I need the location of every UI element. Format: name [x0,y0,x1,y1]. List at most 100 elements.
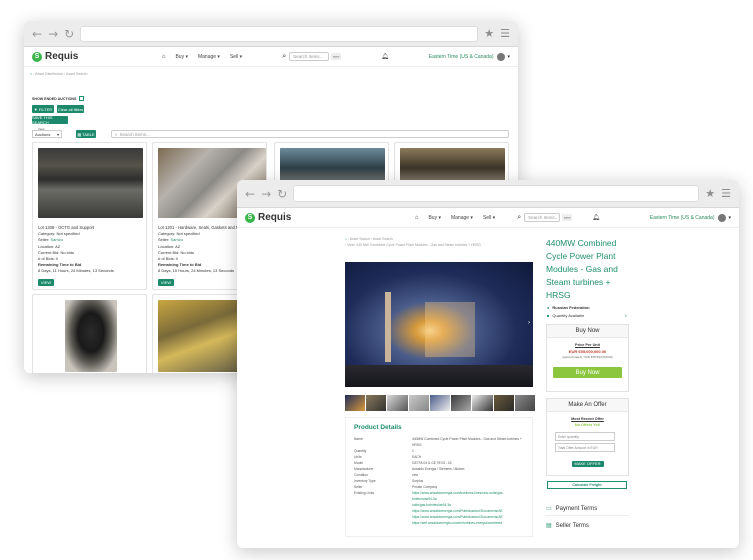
item-filter-input[interactable]: ⌕ Search Items... [111,130,509,138]
home-icon[interactable]: ⌂ [162,54,166,60]
logo[interactable]: S Requis [245,212,291,223]
breadcrumb: ⌂ › Asset Distribution › Asset Search [30,72,88,76]
filter-button[interactable]: ▼ FILTER [32,105,54,113]
seller-link[interactable]: Samco [50,237,62,242]
save-search-button[interactable]: SAVE THIS SEARCH [32,115,68,125]
recent-offer-label: Most Recent Offer [571,417,604,421]
details-table: Name 440MW Combined Cycle Power Plant Mod… [354,436,524,526]
buy-now-heading: Buy Now [547,325,628,338]
back-arrow-icon[interactable]: ← [245,187,255,201]
address-bar[interactable] [293,185,700,202]
thumbnail[interactable] [493,395,514,411]
detail-link[interactable]: https://www.ansaldoenergia.com/business-… [412,490,524,502]
browser-menu-icon[interactable]: ☰ [500,27,510,40]
search-button[interactable]: »»» [331,53,342,60]
user-avatar-icon[interactable] [718,213,727,222]
box-icon: ■ [547,313,550,318]
notification-bell-icon[interactable]: 🔔︎ [592,214,600,221]
breadcrumb-current: › View: 440 MW Combined Cycle Power Plan… [345,243,481,247]
payment-terms-row[interactable]: ▭ Payment Terms [546,505,629,516]
nav-buy[interactable]: Buy ▾ [428,215,441,221]
breadcrumb-text[interactable]: › Asset Distribution › Asset Search [33,72,87,76]
reload-icon[interactable]: ↻ [64,27,74,41]
bookmark-star-icon[interactable]: ★ [705,187,715,200]
search-input[interactable]: Search Items... [289,52,330,61]
next-image-chevron-icon[interactable]: › [528,320,530,326]
home-crumb-icon[interactable]: ⌂ [30,72,32,76]
auction-image[interactable] [38,148,143,218]
logo[interactable]: S Requis [32,51,78,62]
thumbnail[interactable] [408,395,429,411]
view-button[interactable]: VIEW [38,279,54,286]
reload-icon[interactable]: ↻ [277,187,287,201]
thumbnail[interactable] [514,395,535,411]
thumbnail-strip [345,395,535,411]
timezone-link[interactable]: Eastern Time (US & Canada) [429,54,494,60]
thumbnail[interactable] [387,395,408,411]
view-button[interactable]: VIEW [158,279,174,286]
table-view-button[interactable]: ▦ TABLE [76,130,96,138]
breadcrumb-text[interactable]: › Asset Search › Asset Search [348,237,393,241]
thumbnail[interactable] [366,395,387,411]
user-avatar-icon[interactable] [497,52,506,61]
address-bar[interactable] [80,25,479,42]
offer-total-input[interactable]: Total Offer Amount in EUR [555,443,615,452]
home-crumb-icon[interactable]: ⌂ [345,237,347,241]
product-title: 440MW Combined Cycle Power Plant Modules… [546,238,618,300]
front-browser-window: ← → ↻ ★ ☰ S Requis ⌂ Buy ▾ Manage ▾ Sell… [237,180,739,548]
main-nav: Buy ▾ Manage ▾ Sell ▾ [428,215,495,221]
main-nav: Buy ▾ Manage ▾ Sell ▾ [175,54,242,60]
seller-terms-row[interactable]: ▤ Seller Terms [546,522,629,530]
seller-link[interactable]: Samco [170,237,182,242]
make-offer-panel: Make An Offer Most Recent Offer No Offer… [546,398,629,476]
auction-card[interactable] [32,294,147,373]
auction-image[interactable] [65,300,117,372]
thumbnail[interactable] [345,395,366,411]
bookmark-star-icon[interactable]: ★ [484,27,494,40]
show-ended-label: SHOW ENDED AUCTIONS [32,96,77,101]
make-offer-button[interactable]: MAKE OFFER [571,460,604,467]
nav-manage[interactable]: Manage ▾ [451,215,473,221]
nav-manage[interactable]: Manage ▾ [198,54,220,60]
nav-buy[interactable]: Buy ▾ [175,54,188,60]
make-offer-heading: Make An Offer [547,399,628,412]
user-menu-chevron-icon[interactable]: ▾ [507,54,510,60]
detail-row: Existing Links https://www.ansaldoenergia… [354,490,524,502]
quantity-row: ■ Quantity Available 1 [547,313,627,318]
offer-quantity-input[interactable]: Enter quantity [555,432,615,441]
home-icon[interactable]: ⌂ [415,215,419,221]
details-title: Product Details [354,424,402,431]
site-header: S Requis ⌂ Buy ▾ Manage ▾ Sell ▾ ⌕ Searc… [237,208,739,228]
seller-label: Seller: [38,237,50,243]
browser-chrome: ← → ↻ ★ ☰ [237,180,739,208]
calculate-freight-button[interactable]: Calculate Freight [547,481,627,489]
existing-link[interactable]: https://self.ansaldoenergia.com/en/turbi… [412,520,524,526]
product-main-image[interactable]: › [345,262,533,387]
back-arrow-icon[interactable]: ← [32,27,42,41]
auction-card[interactable]: Lot 1208 - OCTG and Support Category: No… [32,142,147,290]
forward-arrow-icon[interactable]: → [48,27,58,41]
user-menu-chevron-icon[interactable]: ▾ [728,215,731,221]
buy-now-button[interactable]: Buy Now [553,367,622,378]
nav-sell[interactable]: Sell ▾ [483,215,495,221]
thumbnail[interactable] [451,395,472,411]
search-button[interactable]: »»» [562,214,573,221]
search-input[interactable]: Search Items... [524,213,561,222]
browser-menu-icon[interactable]: ☰ [721,187,731,200]
brand-name: Requis [45,51,79,62]
notification-bell-icon[interactable]: 🔔︎ [381,53,389,60]
show-ended-checkbox[interactable] [79,96,85,101]
credit-card-icon: ▭ [546,506,552,512]
thumbnail[interactable] [429,395,451,411]
nav-sell[interactable]: Sell ▾ [230,54,242,60]
forward-arrow-icon[interactable]: → [261,187,271,201]
detail-key: Existing Links [354,491,375,495]
clear-filters-button[interactable]: Clear all filters [57,105,84,113]
view-select[interactable]: Auctions ▾ [32,130,62,138]
timezone-link[interactable]: Eastern Time (US & Canada) [650,215,715,221]
logo-mark-icon: S [245,212,255,223]
buy-now-panel: Buy Now Price Per Unit EUR €55,000,000.0… [546,324,629,392]
brand-name: Requis [258,212,292,223]
filter-buttons: ▼ FILTER Clear all filters [32,105,84,113]
thumbnail[interactable] [472,395,493,411]
